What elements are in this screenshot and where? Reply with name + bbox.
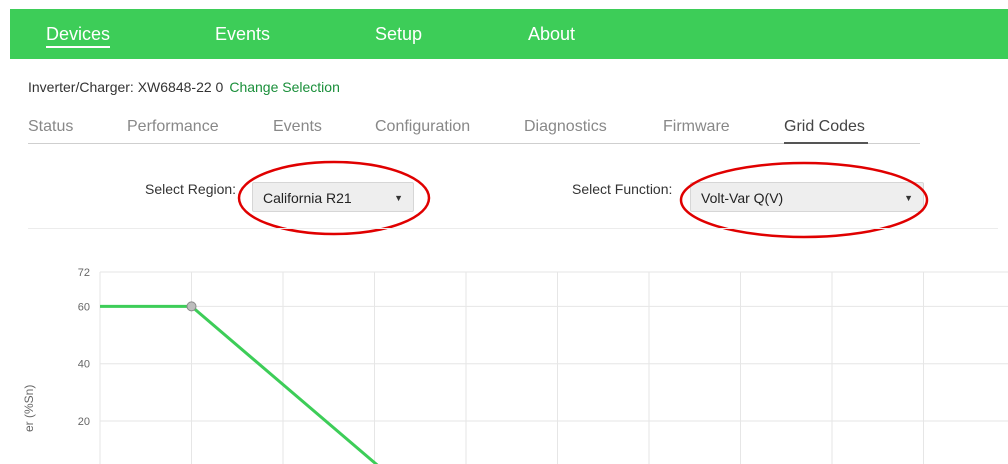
y-tick-label: 60 — [78, 301, 90, 313]
section-divider — [28, 228, 998, 229]
function-highlight-ellipse — [679, 161, 929, 239]
region-highlight-ellipse — [237, 160, 431, 236]
y-tick-label: 20 — [78, 416, 90, 428]
data-point — [186, 301, 197, 312]
y-axis-label: er (%Sn) — [22, 384, 36, 432]
volt-var-chart: 20 40 60 72 — [78, 267, 1008, 464]
y-tick-label: 40 — [78, 359, 90, 371]
series-line — [100, 304, 379, 464]
y-tick-label: 72 — [78, 267, 90, 279]
